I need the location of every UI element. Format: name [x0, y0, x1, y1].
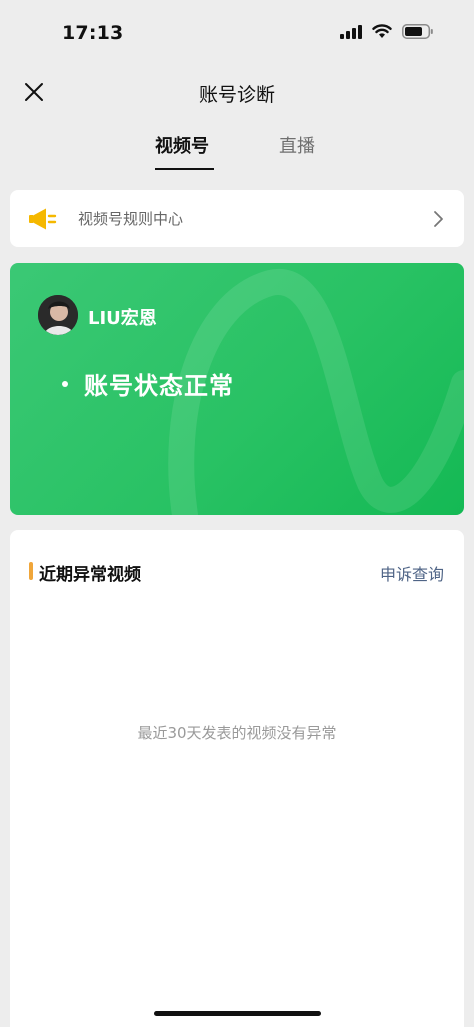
rules-center-label: 视频号规则中心	[78, 210, 184, 228]
bullet-icon	[62, 380, 68, 387]
tab-bar: 视频号 直播	[0, 126, 474, 172]
battery-icon	[402, 24, 433, 39]
account-diagnosis-page: 17:13 账号诊断 视频号 直播 视频号规则中心 LIU宏恩 账号状态正常 近…	[0, 0, 474, 1027]
signal-icon	[340, 24, 362, 39]
account-status: 账号状态正常	[62, 366, 234, 401]
appeal-query-link[interactable]: 申诉查询	[380, 561, 444, 585]
avatar	[38, 295, 78, 335]
active-tab-indicator	[155, 168, 214, 170]
rules-center-entry[interactable]: 视频号规则中心	[10, 190, 464, 247]
tab-channels[interactable]: 视频号	[155, 132, 209, 158]
empty-state-text: 最近30天发表的视频没有异常	[137, 724, 337, 742]
account-status-text: 账号状态正常	[84, 372, 234, 400]
status-bar: 17:13	[0, 0, 474, 70]
abnormal-videos-section: 近期异常视频 申诉查询 最近30天发表的视频没有异常	[10, 530, 464, 1027]
section-accent-bar	[29, 562, 33, 580]
status-time: 17:13	[62, 22, 124, 44]
tab-live[interactable]: 直播	[279, 132, 315, 158]
account-status-card: LIU宏恩 账号状态正常	[10, 263, 464, 515]
chevron-right-icon	[434, 211, 443, 227]
nav-bar: 账号诊断	[0, 70, 474, 114]
section-title: 近期异常视频	[39, 565, 141, 585]
speaker-icon	[29, 208, 57, 230]
wifi-icon	[372, 24, 392, 38]
home-indicator[interactable]	[154, 1011, 321, 1016]
page-title: 账号诊断	[198, 84, 275, 106]
status-icons	[340, 24, 434, 39]
username: LIU宏恩	[88, 308, 157, 329]
